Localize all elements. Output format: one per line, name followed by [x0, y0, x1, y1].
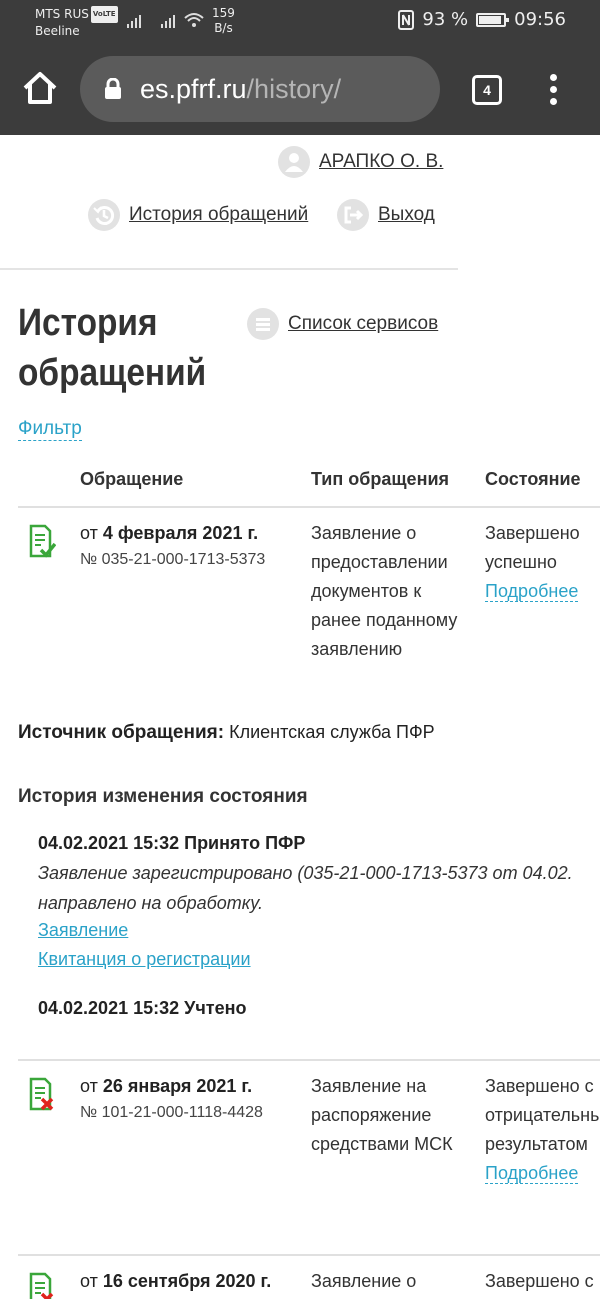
table-row-date: от 26 января 2021 г.: [80, 1073, 252, 1099]
request-number: № 035-21-000-1713-5373: [80, 551, 266, 568]
services-list-link[interactable]: Список сервисов: [247, 308, 438, 340]
history-nav-link[interactable]: История обращений: [88, 199, 308, 231]
list-icon: [247, 308, 279, 340]
status-line: Завершено с: [485, 1076, 594, 1096]
description-line: направлено на обработку.: [38, 893, 264, 913]
source-value: Клиентская служба ПФР: [229, 722, 435, 742]
tab-switcher-button[interactable]: 4: [472, 75, 502, 105]
network-speed: 159 B/s: [212, 6, 235, 36]
column-header-request: Обращение: [80, 469, 184, 489]
history-event-title: 04.02.2021 15:32 Учтено: [38, 998, 247, 1018]
request-status: Завершено с отрицательны результатом Под…: [485, 1072, 600, 1188]
filter-toggle[interactable]: Фильтр: [18, 418, 82, 441]
details-link[interactable]: Подробнее: [485, 581, 579, 602]
user-name[interactable]: АРАПКО О. В.: [319, 151, 443, 173]
services-list-label[interactable]: Список сервисов: [288, 313, 438, 335]
status-history-title: История изменения состояния: [18, 786, 308, 807]
page-title: История обращений: [18, 302, 207, 394]
logout-label[interactable]: Выход: [378, 204, 435, 226]
date-prefix: от: [80, 523, 98, 543]
row-divider: [18, 1254, 600, 1256]
table-row-date: от 4 февраля 2021 г.: [80, 520, 258, 546]
request-type: Заявление на распоряжение средствами МСК: [311, 1076, 453, 1154]
status-line: успешно: [485, 552, 557, 572]
status-line: Завершено с: [485, 1271, 594, 1291]
address-bar[interactable]: es.pfrf.ru/history/: [80, 56, 440, 122]
date-value: 4 февраля 2021 г.: [102, 523, 259, 543]
registration-receipt-link[interactable]: Квитанция о регистрации: [38, 949, 251, 970]
nfc-icon: [398, 9, 415, 30]
application-link[interactable]: Заявление: [38, 920, 128, 941]
signal-icon: [127, 13, 204, 28]
date-value: 26 января 2021 г.: [102, 1076, 253, 1096]
description-line: Заявление зарегистрировано (035-21-000-1…: [38, 863, 573, 883]
clock: 09:56: [514, 9, 566, 30]
request-type: Заявление о предоставлении документов к …: [311, 523, 458, 659]
history-icon: [88, 199, 120, 231]
speed-value: 159: [212, 6, 235, 20]
battery-icon: [476, 12, 510, 27]
source-label: Источник обращения:: [18, 722, 225, 743]
request-number: № 101-21-000-1118-4428: [80, 1104, 263, 1121]
status-line: Завершено: [485, 523, 580, 543]
user-icon: [278, 146, 310, 178]
doc-check-icon: [29, 524, 56, 558]
row-divider: [18, 1059, 600, 1061]
url-path: /history/: [246, 74, 342, 104]
history-event-title: 04.02.2021 15:32 Принято ПФР: [38, 833, 306, 853]
column-header-status: Состояние: [485, 469, 581, 489]
carrier-name-1: MTS RUS: [35, 7, 89, 21]
volte-badge: VoLTE: [90, 6, 118, 23]
table-row-date: от 16 сентября 2020 г.: [80, 1268, 271, 1294]
doc-reject-icon: [29, 1272, 54, 1299]
overflow-menu-icon[interactable]: [548, 74, 558, 106]
details-link[interactable]: Подробнее: [485, 1163, 579, 1184]
table-header-divider: [18, 506, 600, 508]
url-text[interactable]: es.pfrf.ru/history/: [140, 72, 341, 106]
status-line: результатом: [485, 1134, 588, 1154]
history-event-description: Заявление зарегистрировано (035-21-000-1…: [38, 858, 573, 918]
home-icon[interactable]: [20, 68, 60, 108]
logout-icon: [337, 199, 369, 231]
request-source: Источник обращения: Клиентская служба ПФ…: [18, 722, 435, 744]
doc-reject-icon: [29, 1077, 54, 1111]
status-line: отрицательны: [485, 1105, 600, 1125]
request-status: Завершено с: [485, 1267, 594, 1296]
lock-icon: [105, 78, 121, 99]
logout-link[interactable]: Выход: [337, 199, 435, 231]
date-value: 16 сентября 2020 г.: [102, 1271, 272, 1291]
battery-percent: 93 %: [422, 9, 469, 30]
column-header-type: Тип обращения: [311, 469, 450, 489]
date-prefix: от: [80, 1076, 98, 1096]
carrier-info: MTS RUS VoLTE Beeline: [35, 6, 118, 40]
header-divider: [0, 268, 458, 270]
speed-unit: B/s: [214, 21, 233, 35]
request-type: Заявление о: [311, 1271, 417, 1291]
carrier-name-2: Beeline: [35, 24, 80, 38]
status-right: 93 % 09:56: [398, 9, 566, 30]
browser-chrome: MTS RUS VoLTE Beeline 159 B/s 93 % 09:56 …: [0, 0, 600, 135]
url-host: es.pfrf.ru: [140, 74, 247, 104]
user-profile-link[interactable]: АРАПКО О. В.: [278, 146, 443, 178]
date-prefix: от: [80, 1271, 98, 1291]
history-nav-label[interactable]: История обращений: [129, 204, 308, 226]
request-status: Завершено успешно Подробнее: [485, 519, 580, 606]
